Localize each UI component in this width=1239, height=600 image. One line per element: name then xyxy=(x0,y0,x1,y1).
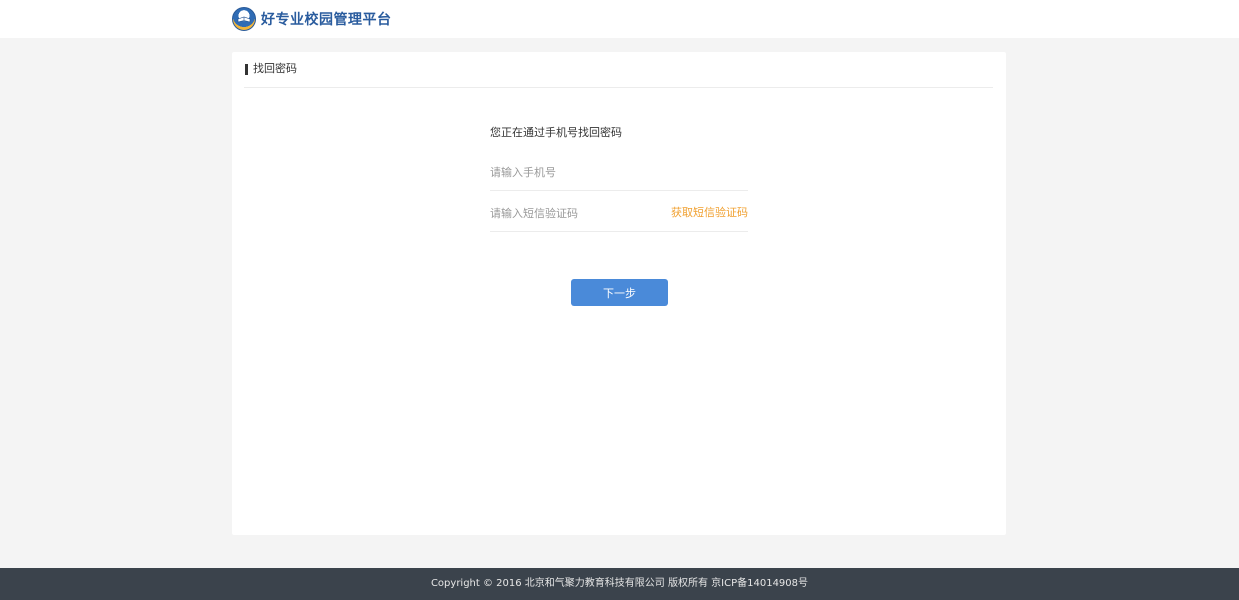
brand-name: 好专业校园管理平台 xyxy=(261,12,392,28)
brand[interactable]: 好专业校园管理平台 xyxy=(232,7,392,31)
card-header: 找回密码 xyxy=(244,52,993,88)
top-header: 好专业校园管理平台 xyxy=(0,0,1239,38)
footer: Copyright © 2016 北京和气聚力教育科技有限公司 版权所有 京IC… xyxy=(0,568,1239,600)
phone-input[interactable] xyxy=(490,164,670,180)
reset-password-card: 找回密码 您正在通过手机号找回密码 获取短信验证码 下一步 xyxy=(232,52,1006,535)
book-icon xyxy=(237,16,251,23)
page-title: 找回密码 xyxy=(253,62,297,75)
phone-field xyxy=(490,150,748,191)
sms-code-field: 获取短信验证码 xyxy=(490,191,748,232)
form-heading: 您正在通过手机号找回密码 xyxy=(490,126,622,139)
school-emblem-icon xyxy=(232,7,256,31)
copyright-text: Copyright © 2016 北京和气聚力教育科技有限公司 版权所有 京IC… xyxy=(430,578,809,589)
sms-code-input[interactable] xyxy=(490,205,670,221)
get-sms-code-link[interactable]: 获取短信验证码 xyxy=(671,206,748,220)
title-accent-bar xyxy=(245,64,248,75)
next-button[interactable]: 下一步 xyxy=(571,279,668,306)
